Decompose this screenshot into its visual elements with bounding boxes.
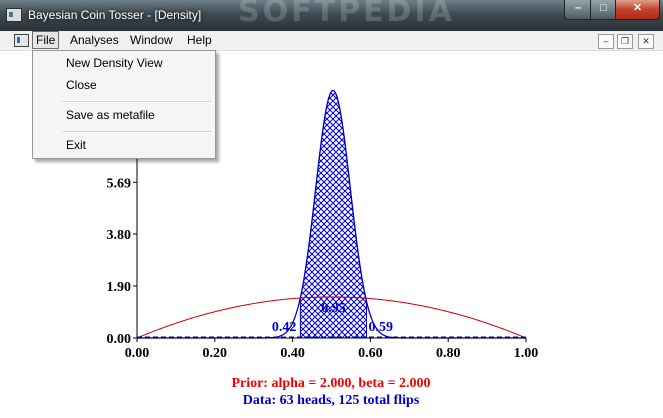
close-button[interactable]: ✕ bbox=[615, 0, 660, 20]
x-tick-label: 0.40 bbox=[280, 346, 305, 361]
menu-analyses[interactable]: Analyses bbox=[67, 32, 122, 48]
file-menu-dropdown: New Density View Close Save as metafile … bbox=[32, 50, 216, 159]
menu-item-close[interactable]: Close bbox=[66, 78, 97, 92]
x-tick-label: 0.20 bbox=[203, 346, 228, 361]
watermark: SOFTPEDIA bbox=[238, 0, 455, 29]
menu-item-save-as-metafile[interactable]: Save as metafile bbox=[66, 108, 155, 122]
menu-item-exit[interactable]: Exit bbox=[66, 138, 86, 152]
interval-low-label: 0.42 bbox=[272, 320, 297, 335]
menu-bar: File Analyses Window Help – ❐ ✕ bbox=[0, 31, 663, 51]
x-tick-label: 0.60 bbox=[358, 346, 383, 361]
x-tick-label: 1.00 bbox=[514, 346, 539, 361]
menu-help[interactable]: Help bbox=[184, 32, 215, 48]
interval-mass-label: 0.95 bbox=[321, 301, 346, 316]
interval-high-label: 0.59 bbox=[369, 320, 394, 335]
x-tick-label: 0.00 bbox=[125, 346, 150, 361]
menu-separator bbox=[62, 131, 212, 133]
mdi-minimize-button[interactable]: – bbox=[598, 34, 614, 49]
data-caption: Data: 63 heads, 125 total flips bbox=[243, 393, 420, 408]
app-icon[interactable] bbox=[6, 8, 22, 22]
mdi-close-button[interactable]: ✕ bbox=[638, 34, 654, 49]
y-tick-label: 1.90 bbox=[107, 280, 132, 295]
menu-window[interactable]: Window bbox=[127, 32, 176, 48]
window-title: Bayesian Coin Tosser - [Density] bbox=[28, 8, 202, 22]
menu-file[interactable]: File bbox=[32, 31, 60, 49]
minimize-button[interactable]: – bbox=[564, 0, 592, 20]
menu-item-new-density-view[interactable]: New Density View bbox=[66, 56, 162, 70]
maximize-button[interactable]: □ bbox=[590, 0, 617, 20]
prior-caption: Prior: alpha = 2.000, beta = 2.000 bbox=[231, 376, 430, 391]
title-bar: SOFTPEDIA Bayesian Coin Tosser - [Densit… bbox=[0, 0, 663, 31]
y-tick-label: 5.69 bbox=[107, 176, 132, 191]
document-icon[interactable] bbox=[14, 34, 29, 47]
y-tick-label: 0.00 bbox=[107, 332, 132, 347]
x-tick-label: 0.80 bbox=[436, 346, 461, 361]
y-tick-label: 3.80 bbox=[107, 228, 132, 243]
menu-separator bbox=[62, 101, 212, 103]
mdi-restore-button[interactable]: ❐ bbox=[617, 34, 633, 49]
